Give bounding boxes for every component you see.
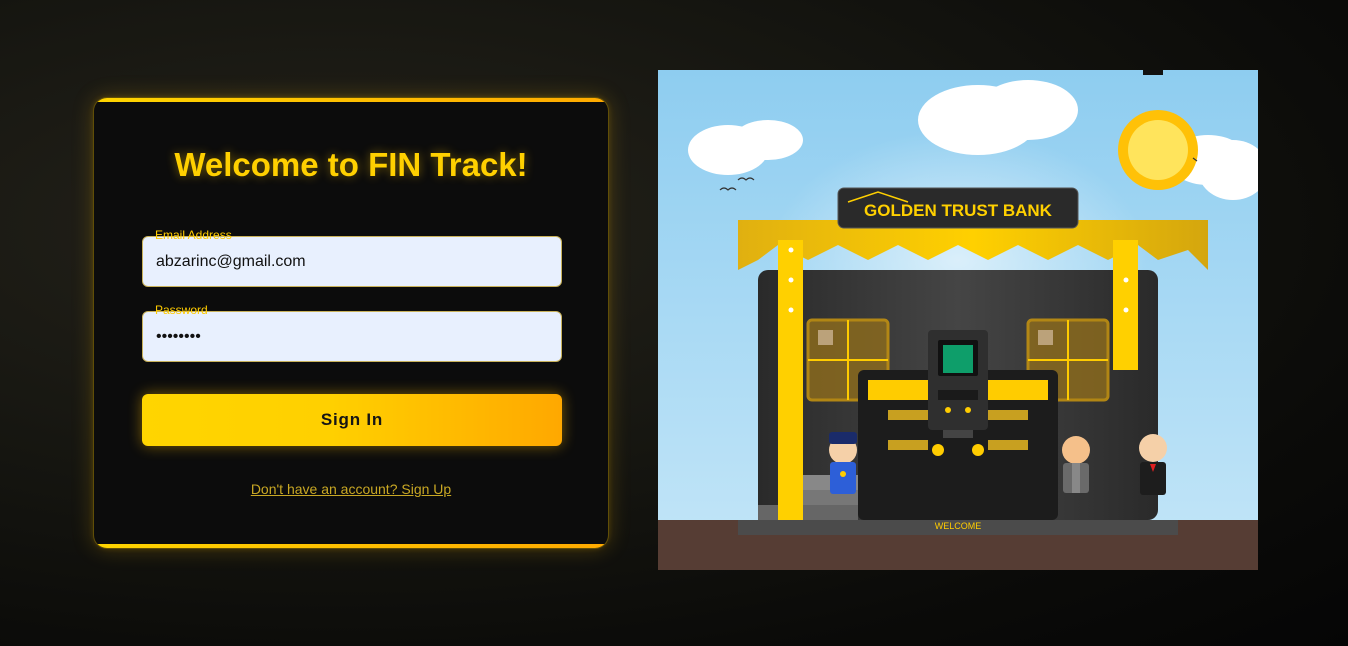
sign-in-button[interactable]: Sign In (142, 394, 562, 446)
password-input[interactable] (142, 311, 562, 362)
email-field-group: Email Address (142, 228, 562, 287)
customer-man (1062, 436, 1090, 493)
doormat-text: WELCOME (935, 521, 982, 531)
login-card: Welcome to FIN Track! Email Address Pass… (93, 97, 609, 549)
security-guard (829, 432, 857, 494)
sun-icon (1118, 110, 1198, 190)
bank-sign-text: GOLDEN TRUST BANK (864, 201, 1053, 220)
atm-machine (928, 330, 988, 438)
bank-illustration: GOLDEN TRUST BANK WELCOME (658, 70, 1258, 570)
top-mark (1143, 70, 1163, 75)
email-label: Email Address (155, 228, 232, 242)
email-input[interactable] (142, 236, 562, 287)
sign-up-link[interactable]: Don't have an account? Sign Up (94, 481, 608, 497)
doormat: WELCOME (738, 520, 1178, 535)
password-field-group: Password (142, 303, 562, 362)
password-label: Password (155, 303, 208, 317)
page-title: Welcome to FIN Track! (174, 146, 528, 183)
bank-sign: GOLDEN TRUST BANK (837, 187, 1079, 229)
customer-suit (1139, 434, 1167, 495)
